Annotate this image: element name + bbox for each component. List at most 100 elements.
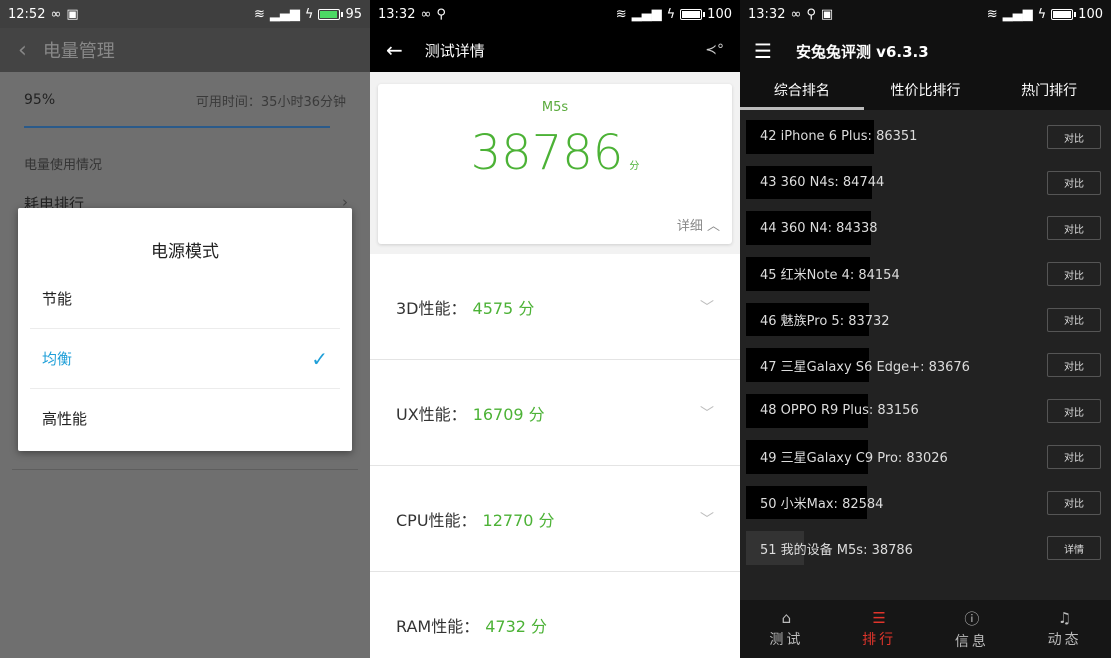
my-device-row: 51 我的设备 M5s: 38786 详情 bbox=[740, 525, 1111, 571]
hamburger-menu-icon[interactable]: ☰ bbox=[754, 39, 772, 63]
back-arrow-icon[interactable]: ‹ bbox=[18, 38, 27, 63]
status-time: 12:52 bbox=[8, 6, 46, 22]
perf-row-ram[interactable]: RAM性能： 4732 分 bbox=[370, 572, 740, 658]
option-label: 均衡 bbox=[42, 350, 73, 368]
option-power-saving[interactable]: 节能 bbox=[30, 268, 340, 328]
rank-text: 49 三星Galaxy C9 Pro: 83026 bbox=[760, 451, 948, 467]
chevron-down-icon: ﹀ bbox=[700, 405, 714, 422]
ranking-screen: 13:32 ∞ ⚲ ▣ ≋ ▂▄▆ ϟ 100 ☰ 安兔兔评测 v6.3.3 综… bbox=[740, 0, 1111, 658]
list-item: 48 OPPO R9 Plus: 83156 对比 bbox=[740, 388, 1111, 434]
score-card: M5s 38786 分 详细 ︿ bbox=[378, 84, 732, 244]
app-notification-icon: ⚲ bbox=[436, 6, 446, 22]
list-icon: ☰ bbox=[872, 609, 886, 627]
rank-text: 50 小米Max: 82584 bbox=[760, 496, 884, 512]
nav-ranking[interactable]: ☰ 排行 bbox=[833, 600, 926, 658]
rank-text: 51 我的设备 M5s: 38786 bbox=[760, 542, 913, 558]
nav-label: 信息 bbox=[954, 633, 989, 650]
list-item: 49 三星Galaxy C9 Pro: 83026 对比 bbox=[740, 434, 1111, 480]
details-button[interactable]: 详情 bbox=[1047, 536, 1101, 561]
nav-test[interactable]: ⌂ 测试 bbox=[740, 600, 833, 658]
app-bar: ‹ 电量管理 bbox=[0, 28, 370, 72]
nav-info[interactable]: ⓘ 信息 bbox=[926, 600, 1019, 658]
status-time: 13:32 bbox=[378, 6, 416, 22]
ranking-list: 42 iPhone 6 Plus: 86351 对比 43 360 N4s: 84… bbox=[740, 114, 1111, 571]
compare-button[interactable]: 对比 bbox=[1047, 399, 1101, 424]
tab-popular[interactable]: 热门排行 bbox=[987, 74, 1111, 110]
compare-button[interactable]: 对比 bbox=[1047, 262, 1101, 287]
rank-text: 44 360 N4: 84338 bbox=[760, 220, 878, 236]
detail-toggle[interactable]: 详细 ︿ bbox=[677, 215, 720, 234]
perf-value: 4732 分 bbox=[485, 616, 548, 636]
status-bar: 13:32 ∞ ⚲ ≋ ▂▄▆ ϟ 100 bbox=[370, 0, 740, 28]
battery-level: 95 bbox=[345, 6, 362, 22]
info-icon: ⓘ bbox=[964, 609, 980, 628]
perf-value: 12770 分 bbox=[482, 510, 555, 530]
battery-level: 100 bbox=[1078, 6, 1103, 22]
tab-overall[interactable]: 综合排名 bbox=[740, 74, 864, 110]
total-score: 38786 分 bbox=[378, 125, 732, 181]
chevron-up-icon: ︿ bbox=[706, 219, 720, 234]
list-item: 43 360 N4s: 84744 对比 bbox=[740, 160, 1111, 206]
home-icon: ⌂ bbox=[781, 609, 792, 627]
nav-label: 测试 bbox=[769, 632, 804, 648]
rank-text: 45 红米Note 4: 84154 bbox=[760, 268, 900, 284]
signal-icon: ▂▄▆ bbox=[1002, 6, 1033, 22]
rank-text: 47 三星Galaxy S6 Edge+: 83676 bbox=[760, 359, 970, 375]
compare-button[interactable]: 对比 bbox=[1047, 490, 1101, 515]
status-time: 13:32 bbox=[748, 6, 786, 22]
battery-level: 100 bbox=[707, 6, 732, 22]
compare-button[interactable]: 对比 bbox=[1047, 125, 1101, 149]
back-arrow-icon[interactable]: ← bbox=[386, 38, 403, 62]
charging-icon: ϟ bbox=[1037, 6, 1047, 22]
perf-row-ux[interactable]: UX性能： 16709 分 ﹀ bbox=[370, 360, 740, 466]
bottom-navigation: ⌂ 测试 ☰ 排行 ⓘ 信息 ♫ 动态 bbox=[740, 600, 1111, 658]
wifi-icon: ≋ bbox=[253, 6, 265, 22]
status-bar: 12:52 ∞ ▣ ≋ ▂▄▆ ϟ 95 bbox=[0, 0, 370, 28]
option-high-performance[interactable]: 高性能 bbox=[30, 388, 340, 448]
nav-news[interactable]: ♫ 动态 bbox=[1018, 600, 1111, 658]
option-label: 高性能 bbox=[42, 410, 88, 428]
tab-value[interactable]: 性价比排行 bbox=[864, 74, 988, 110]
score-value: 38786 bbox=[470, 125, 624, 181]
share-icon[interactable]: ≺° bbox=[705, 42, 724, 58]
compare-button[interactable]: 对比 bbox=[1047, 444, 1101, 469]
battery-row: 95% 可用时间：35小时36分钟 bbox=[0, 72, 370, 128]
power-mode-dialog: 电源模式 节能 均衡 ✓ 高性能 bbox=[18, 208, 352, 451]
perf-label: CPU性能： bbox=[396, 510, 477, 530]
perf-row-cpu[interactable]: CPU性能： 12770 分 ﹀ bbox=[370, 466, 740, 572]
battery-percent: 95% bbox=[24, 92, 56, 108]
list-item: 50 小米Max: 82584 对比 bbox=[740, 480, 1111, 526]
compare-button[interactable]: 对比 bbox=[1047, 170, 1101, 195]
chevron-down-icon: ﹀ bbox=[700, 299, 714, 316]
infinity-icon: ∞ bbox=[50, 6, 62, 22]
app-notification-icon: ⚲ bbox=[806, 6, 816, 22]
rank-text: 48 OPPO R9 Plus: 83156 bbox=[760, 403, 919, 419]
rank-text: 42 iPhone 6 Plus: 86351 bbox=[760, 129, 918, 145]
perf-value: 4575 分 bbox=[472, 298, 535, 318]
signal-icon: ▂▄▆ bbox=[269, 6, 300, 22]
compare-button[interactable]: 对比 bbox=[1047, 353, 1101, 378]
list-item: 46 魅族Pro 5: 83732 对比 bbox=[740, 297, 1111, 343]
wifi-icon: ≋ bbox=[615, 6, 627, 22]
power-management-screen: 12:52 ∞ ▣ ≋ ▂▄▆ ϟ 95 ‹ 电量管理 95% 可用时间：35小… bbox=[0, 0, 370, 658]
list-item: 42 iPhone 6 Plus: 86351 对比 bbox=[740, 114, 1111, 160]
compare-button[interactable]: 对比 bbox=[1047, 307, 1101, 332]
perf-label: RAM性能： bbox=[396, 616, 480, 636]
charging-icon: ϟ bbox=[666, 6, 676, 22]
nav-label: 排行 bbox=[862, 632, 897, 648]
status-bar: 13:32 ∞ ⚲ ▣ ≋ ▂▄▆ ϟ 100 bbox=[740, 0, 1111, 28]
detail-label: 详细 bbox=[676, 219, 703, 234]
usage-section-header: 电量使用情况 bbox=[24, 158, 103, 173]
divider bbox=[12, 469, 358, 470]
perf-row-3d[interactable]: 3D性能： 4575 分 ﹀ bbox=[370, 254, 740, 360]
option-balanced[interactable]: 均衡 ✓ bbox=[30, 328, 340, 388]
page-title: 测试详情 bbox=[424, 41, 485, 60]
ranking-tabs: 综合排名 性价比排行 热门排行 bbox=[740, 74, 1111, 110]
battery-icon bbox=[318, 8, 344, 20]
infinity-icon: ∞ bbox=[420, 6, 432, 22]
option-label: 节能 bbox=[42, 289, 73, 308]
rank-text: 43 360 N4s: 84744 bbox=[760, 175, 885, 191]
score-unit: 分 bbox=[629, 161, 640, 172]
chevron-down-icon: ﹀ bbox=[700, 511, 714, 528]
compare-button[interactable]: 对比 bbox=[1047, 216, 1101, 241]
